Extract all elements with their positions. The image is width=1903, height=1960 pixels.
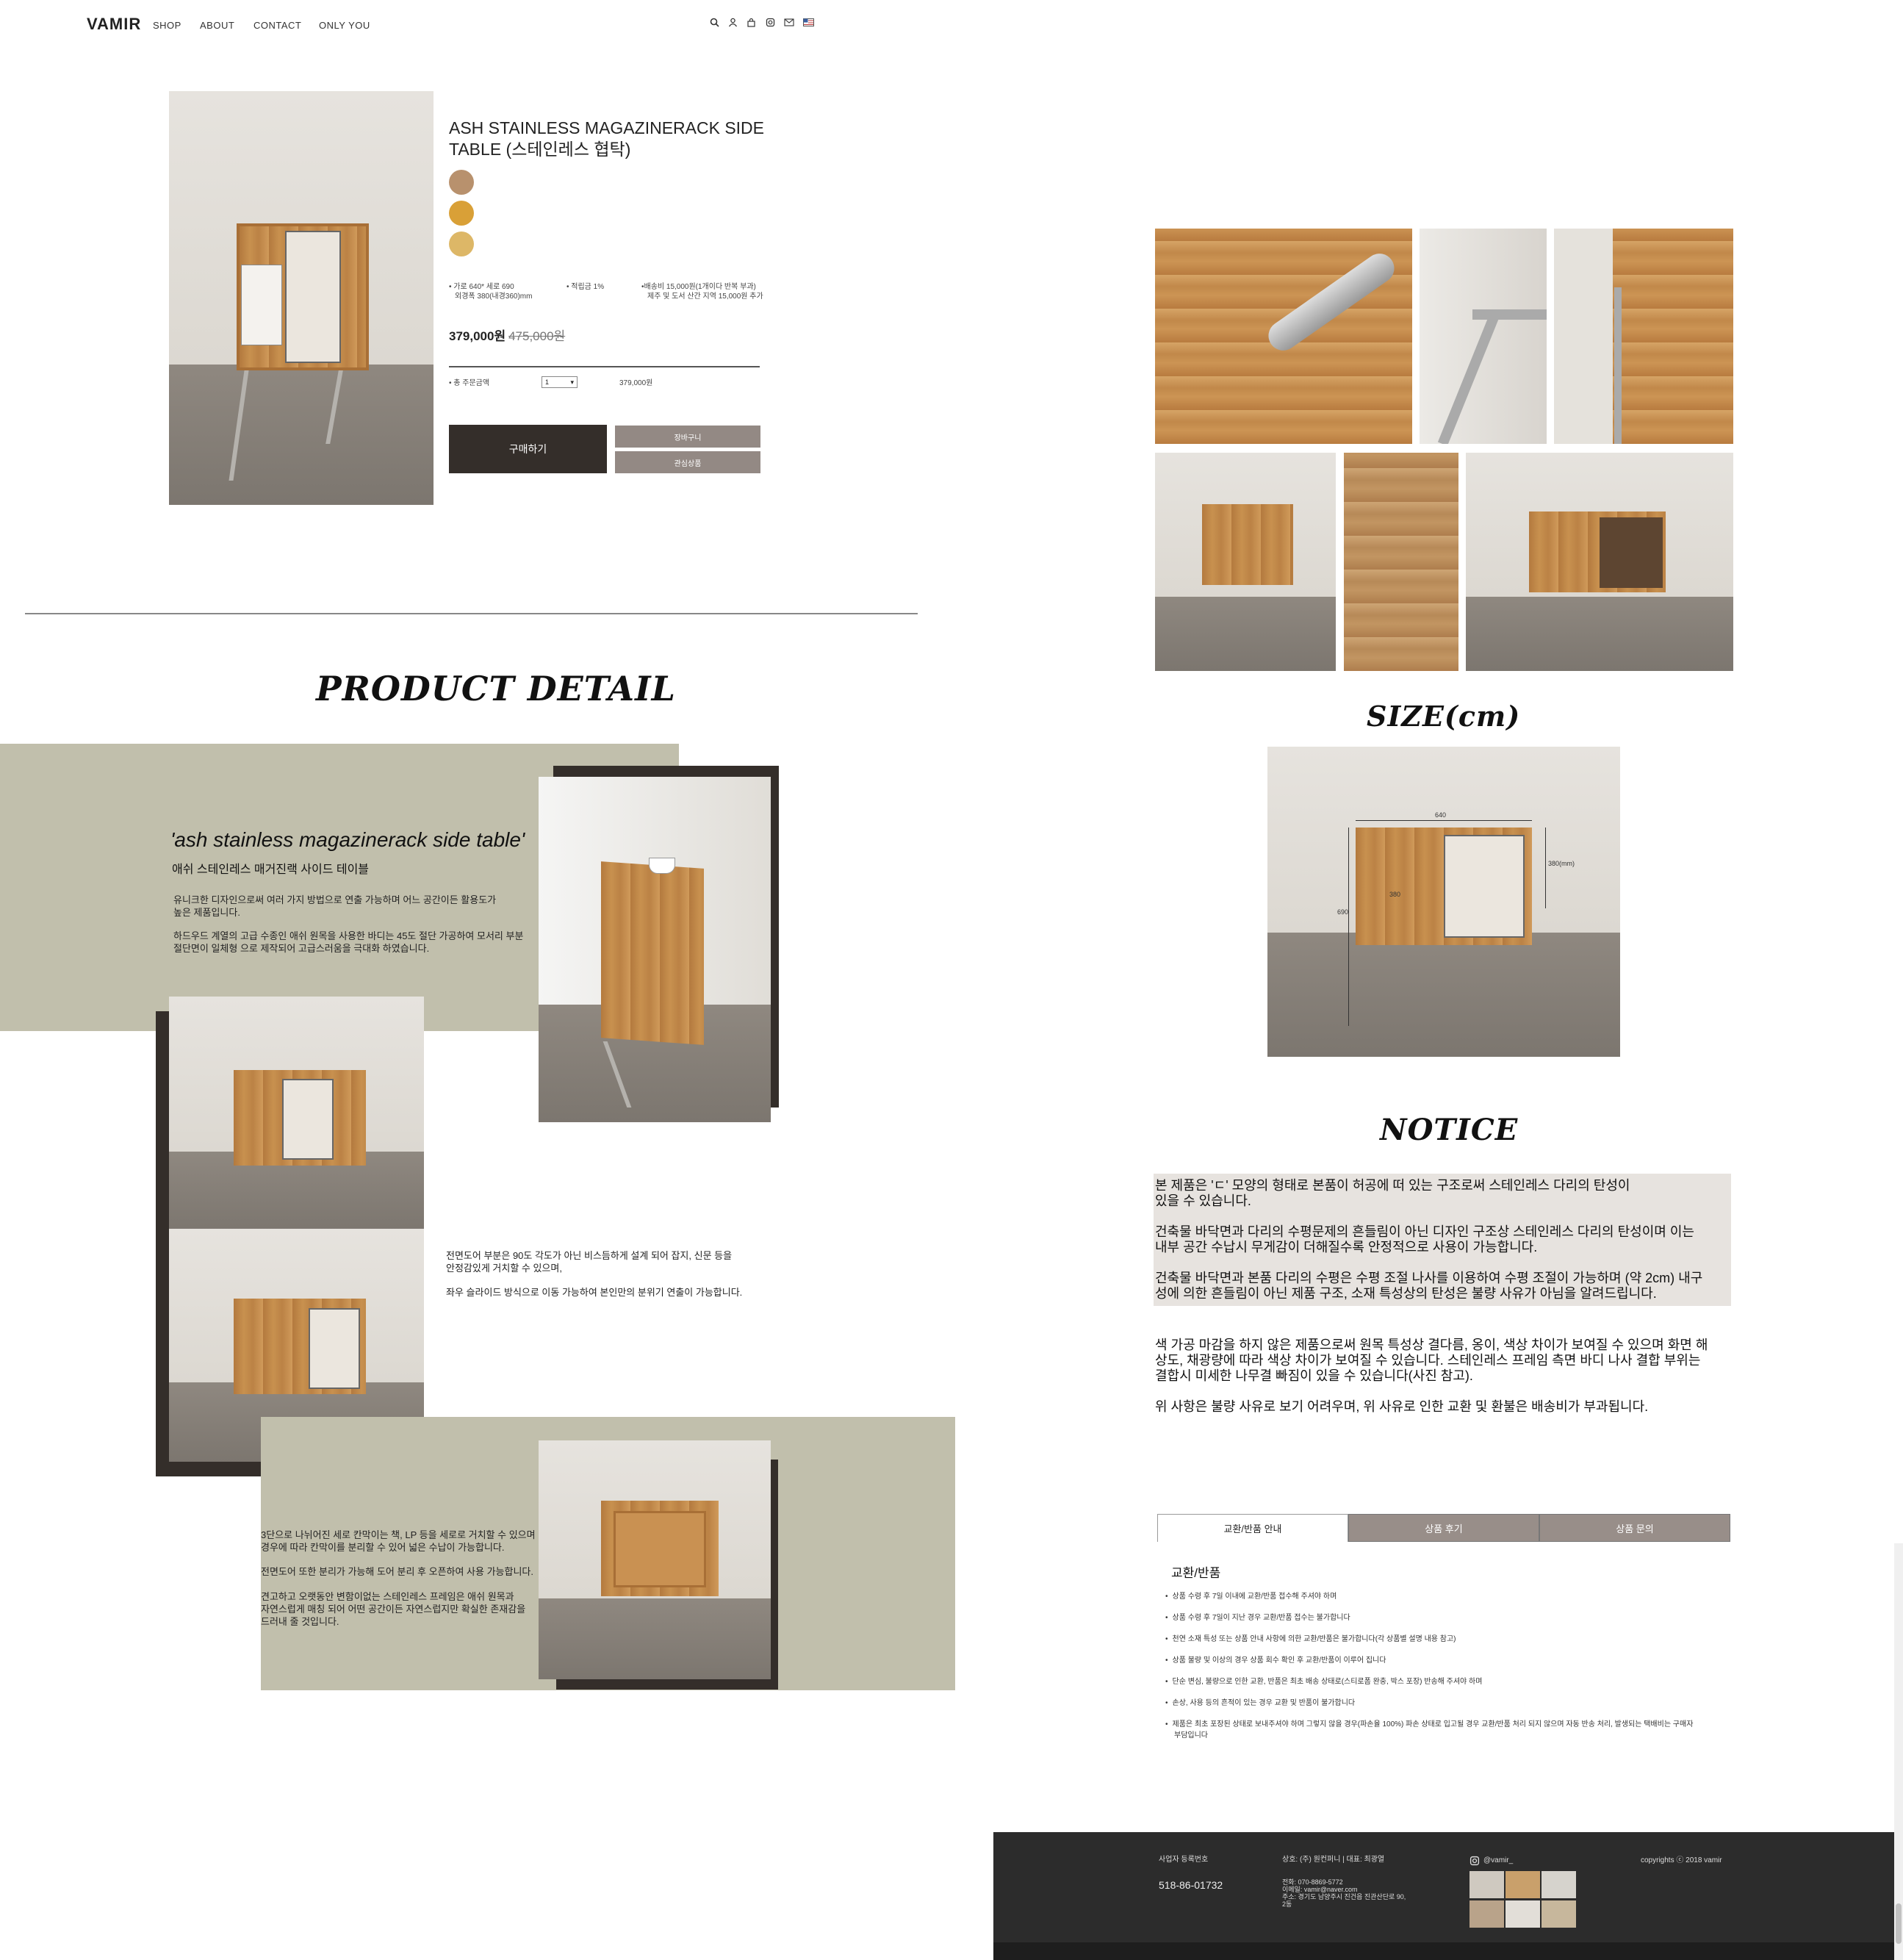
flag-icon[interactable] bbox=[802, 16, 814, 28]
scrollbar-thumb[interactable] bbox=[1896, 1903, 1902, 1944]
exchange-rules: 상품 수령 후 7일 이내에 교환/반품 접수해 주셔야 하며 상품 수령 후 … bbox=[1165, 1590, 1724, 1740]
detail-paragraph: 3단으로 나뉘어진 세로 칸막이는 책, LP 등을 세로로 거치할 수 있으며… bbox=[261, 1529, 536, 1553]
size-diagram-image: 640 690 380 380(mm) bbox=[1267, 747, 1620, 1057]
list-item-continued: 부담입니다 bbox=[1174, 1731, 1208, 1740]
reg-number: 518-86-01732 bbox=[1159, 1879, 1223, 1891]
notice-heading: NOTICE bbox=[1380, 1113, 1519, 1147]
main-product-image[interactable] bbox=[169, 91, 434, 505]
chevron-down-icon: ▾ bbox=[570, 378, 574, 386]
tab-inquiry[interactable]: 상품 문의 bbox=[1539, 1514, 1730, 1542]
spec-shipping: •배송비 15,000원(1개이다 반복 부과) 제주 및 도서 산간 지역 15… bbox=[641, 283, 763, 301]
size-height-label: 690 bbox=[1337, 908, 1349, 916]
gallery-image[interactable] bbox=[1554, 229, 1733, 444]
section-divider bbox=[25, 613, 918, 614]
detail-paragraph: 좌우 슬라이드 방식으로 이동 가능하여 본인만의 분위기 연출이 가능합니다. bbox=[446, 1287, 743, 1298]
instagram-icon[interactable] bbox=[764, 16, 776, 28]
total-price: 379,000원 bbox=[619, 379, 653, 387]
exchange-heading: 교환/반품 bbox=[1171, 1566, 1221, 1580]
insta-thumbnail[interactable] bbox=[1542, 1871, 1576, 1898]
insta-thumbnail[interactable] bbox=[1542, 1900, 1576, 1928]
insta-thumbnail[interactable] bbox=[1506, 1871, 1540, 1898]
insta-thumbnail[interactable] bbox=[1469, 1871, 1504, 1898]
list-item: 단순 변심, 불량으로 인한 교환, 반품은 최초 배송 상태로(스티로폼 완충… bbox=[1165, 1675, 1724, 1686]
insta-thumbnail[interactable] bbox=[1506, 1900, 1540, 1928]
detail-paragraph: 유니크한 디자인으로써 여러 가지 방법으로 연출 가능하며 어느 공간이든 활… bbox=[173, 894, 497, 918]
wishlist-button[interactable]: 관심상품 bbox=[615, 451, 760, 473]
quantity-select[interactable]: 1 ▾ bbox=[542, 376, 578, 388]
nav-only-you[interactable]: ONLY YOU bbox=[319, 20, 370, 31]
notice-paragraph: 색 가공 마감을 하지 않은 제품으로써 원목 특성상 결다름, 옹이, 색상 … bbox=[1155, 1338, 1708, 1383]
detail-paragraph: 전면도어 부분은 90도 각도가 아닌 비스듬하게 설계 되어 잡지, 신문 등… bbox=[446, 1250, 733, 1274]
product-detail-heading: PRODUCT DETAIL bbox=[316, 669, 676, 708]
size-depth-label: 380 bbox=[1389, 891, 1401, 898]
gallery-image[interactable] bbox=[1344, 453, 1458, 671]
gallery-image[interactable] bbox=[1155, 453, 1336, 671]
list-item: 제품은 최초 포장된 상태로 보내주셔야 하며 그렇지 않을 경우(파손율 10… bbox=[1165, 1717, 1724, 1729]
notice-paragraph: 위 사항은 불량 사유로 보기 어려우며, 위 사유로 인한 교환 및 환불은 … bbox=[1155, 1399, 1649, 1414]
contact-info: 전화: 070-8869-5772 이메일: vamir@naver.com 주소:… bbox=[1282, 1878, 1406, 1908]
cart-button[interactable]: 장바구니 bbox=[615, 426, 760, 448]
bag-icon[interactable] bbox=[745, 16, 757, 28]
detail-image bbox=[169, 997, 424, 1231]
search-icon[interactable] bbox=[708, 16, 720, 28]
insta-thumbnail[interactable] bbox=[1469, 1900, 1504, 1928]
site-logo[interactable]: VAMIR bbox=[87, 15, 141, 34]
instagram-handle[interactable]: @vamir_ bbox=[1483, 1856, 1513, 1865]
notice-paragraph: 건축물 바닥면과 다리의 수평문제의 흔들림이 아닌 디자인 구조상 스테인레스… bbox=[1155, 1224, 1694, 1254]
detail-paragraph: 견고하고 오랫동안 변함이없는 스테인레스 프레임은 애쉬 원목과 자연스럽게 매… bbox=[261, 1591, 526, 1627]
detail-image bbox=[539, 1440, 771, 1679]
copyright: copyrights ⓒ 2018 vamir bbox=[1641, 1856, 1722, 1864]
list-item: 천연 소재 특성 또는 상품 안내 사항에 의한 교환/반품은 불가합니다(각 … bbox=[1165, 1632, 1724, 1643]
gallery-image[interactable] bbox=[1420, 229, 1547, 444]
gallery-image[interactable] bbox=[1155, 229, 1412, 444]
nav-shop[interactable]: SHOP bbox=[153, 20, 181, 31]
company-info: 상호: (주) 원컨퍼니 | 대표: 최광열 bbox=[1282, 1856, 1385, 1864]
scrollbar-track[interactable] bbox=[1894, 1543, 1903, 1960]
size-inner-label: 380(mm) bbox=[1548, 860, 1575, 867]
color-swatch[interactable] bbox=[449, 170, 474, 195]
list-item: 상품 수령 후 7일이 지난 경우 교환/반품 접수는 불가합니다 bbox=[1165, 1611, 1724, 1622]
reg-label: 사업자 등록번호 bbox=[1159, 1856, 1209, 1864]
list-item: 손상, 사용 등의 흔적이 있는 경우 교환 및 반품이 불가합니다 bbox=[1165, 1696, 1724, 1707]
notice-paragraph: 건축물 바닥면과 본품 다리의 수평은 수평 조절 나사를 이용하여 수평 조절… bbox=[1155, 1271, 1703, 1301]
gallery-image[interactable] bbox=[1466, 453, 1733, 671]
spec-size: • 가로 640* 세로 690 외경폭 380(내경360)mm bbox=[449, 283, 533, 301]
tab-exchange[interactable]: 교환/반품 안내 bbox=[1157, 1514, 1348, 1542]
tab-reviews[interactable]: 상품 후기 bbox=[1348, 1514, 1539, 1542]
list-item: 상품 불량 및 이상의 경우 상품 회수 확인 후 교환/반품이 이루어 집니다 bbox=[1165, 1654, 1724, 1665]
color-swatch[interactable] bbox=[449, 231, 474, 256]
footer-bottom-bar bbox=[993, 1942, 1894, 1960]
size-heading: SIZE(cm) bbox=[1367, 700, 1521, 733]
nav-contact[interactable]: CONTACT bbox=[253, 20, 301, 31]
list-item: 상품 수령 후 7일 이내에 교환/반품 접수해 주셔야 하며 bbox=[1165, 1590, 1724, 1601]
size-width-label: 640 bbox=[1435, 811, 1447, 819]
nav-about[interactable]: ABOUT bbox=[200, 20, 234, 31]
color-swatch[interactable] bbox=[449, 201, 474, 226]
notice-paragraph: 본 제품은 'ㄷ' 모양의 형태로 본품이 허공에 떠 있는 구조로써 스테인레… bbox=[1155, 1178, 1630, 1208]
product-name-ko: 애쉬 스테인레스 매거진랙 사이드 테이블 bbox=[172, 864, 370, 876]
detail-paragraph: 하드우드 계열의 고급 수종인 애쉬 원목을 사용한 바디는 45도 절단 가공… bbox=[173, 930, 524, 954]
spec-points: • 적립금 1% bbox=[566, 283, 605, 291]
total-label: • 총 주문금액 bbox=[449, 379, 490, 387]
instagram-icon[interactable] bbox=[1469, 1856, 1480, 1866]
detail-image bbox=[539, 777, 771, 1122]
buy-button[interactable]: 구매하기 bbox=[449, 425, 607, 473]
divider bbox=[449, 366, 760, 367]
user-icon[interactable] bbox=[727, 16, 738, 28]
mail-icon[interactable] bbox=[783, 16, 795, 28]
footer bbox=[993, 1832, 1894, 1942]
product-price: 379,000원 475,000원 bbox=[449, 329, 566, 343]
product-title: ASH STAINLESS MAGAZINERACK SIDE TABLE (스… bbox=[449, 118, 765, 159]
detail-paragraph: 전면도어 또한 분리가 가능해 도어 분리 후 오픈하여 사용 가능합니다. bbox=[261, 1566, 533, 1577]
original-price: 475,000원 bbox=[508, 329, 566, 343]
product-name-en: 'ash stainless magazinerack side table' bbox=[170, 828, 525, 851]
